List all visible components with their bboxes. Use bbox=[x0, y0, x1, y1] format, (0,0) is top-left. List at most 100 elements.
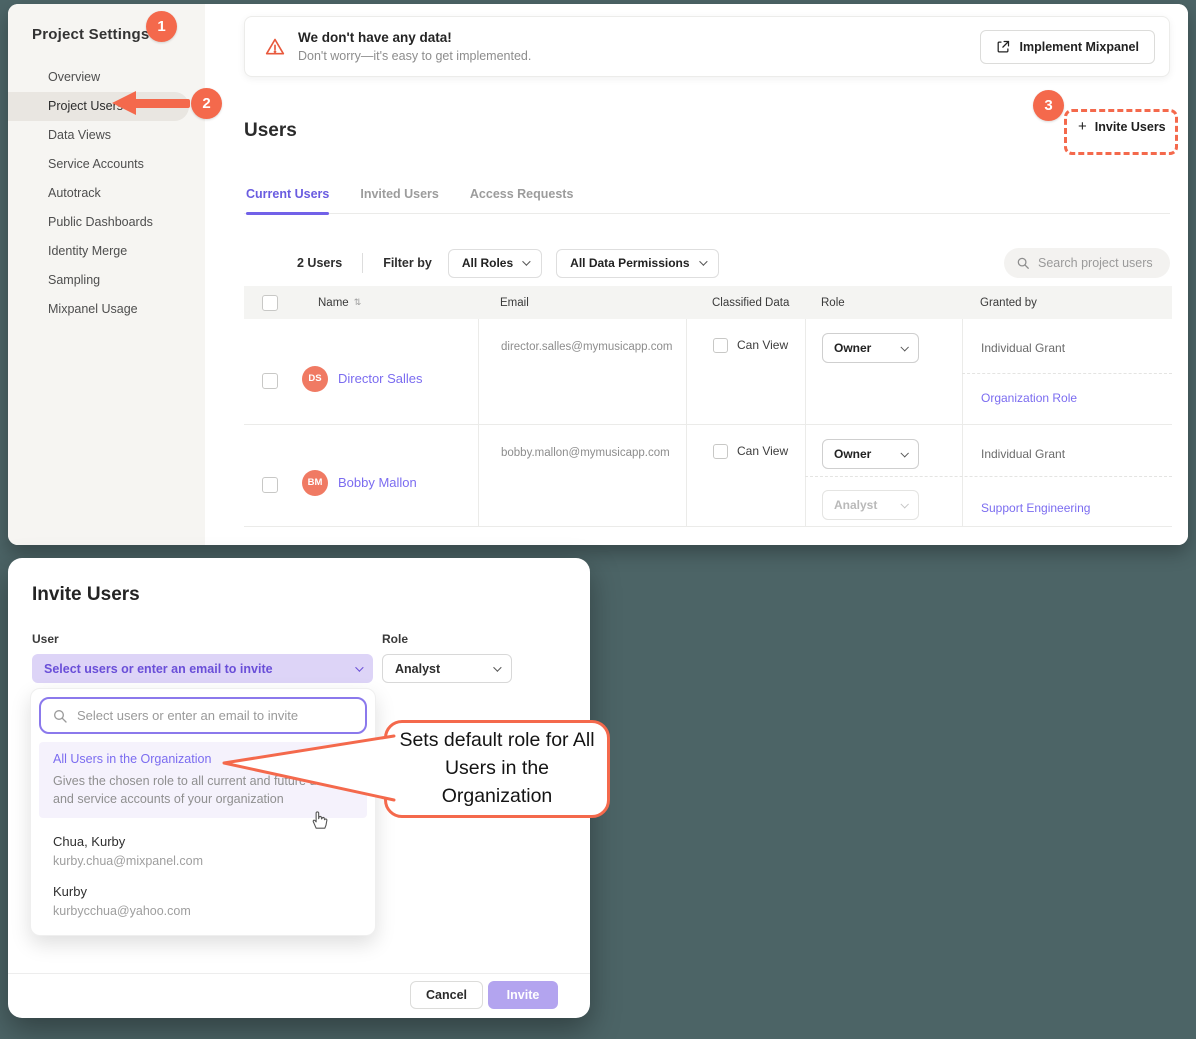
role-cell: Owner bbox=[805, 319, 962, 424]
user-select-dropdown[interactable]: Select users or enter an email to invite bbox=[32, 654, 373, 683]
table-row: DS Director Salles director.salles@mymus… bbox=[244, 319, 1172, 425]
user-field-label: User bbox=[32, 632, 59, 646]
role-select-dropdown[interactable]: Analyst bbox=[382, 654, 512, 683]
can-view-checkbox[interactable] bbox=[713, 444, 728, 459]
user-name-link[interactable]: Bobby Mallon bbox=[338, 475, 417, 490]
granted-by-cell: Individual Grant Organization Role bbox=[962, 319, 1172, 424]
search-input[interactable] bbox=[1038, 256, 1158, 270]
external-link-icon bbox=[996, 39, 1011, 54]
select-all-checkbox[interactable] bbox=[262, 295, 278, 311]
permissions-filter-dropdown[interactable]: All Data Permissions bbox=[556, 249, 718, 278]
sidebar-item-mixpanel-usage[interactable]: Mixpanel Usage bbox=[8, 295, 205, 324]
granted-primary: Individual Grant bbox=[963, 319, 1172, 355]
can-view-checkbox[interactable] bbox=[713, 338, 728, 353]
sidebar-item-service-accounts[interactable]: Service Accounts bbox=[8, 150, 205, 179]
annotation-arrow bbox=[112, 91, 190, 116]
granted-primary: Individual Grant bbox=[963, 425, 1172, 461]
search-icon bbox=[1016, 256, 1030, 270]
sort-icon[interactable]: ⇅ bbox=[354, 297, 362, 308]
search-project-users bbox=[1004, 248, 1170, 278]
roles-filter-dropdown[interactable]: All Roles bbox=[448, 249, 542, 278]
secondary-role-dropdown[interactable]: Analyst bbox=[822, 490, 919, 520]
chevron-down-icon bbox=[493, 663, 501, 671]
user-cell: DS Director Salles bbox=[244, 319, 478, 424]
chevron-down-icon bbox=[900, 343, 908, 351]
sidebar-title: Project Settings bbox=[32, 26, 205, 43]
annotation-step-2: 2 bbox=[191, 88, 222, 119]
invite-users-button[interactable]: + Invite Users bbox=[1078, 118, 1166, 135]
list-item[interactable]: Kurby kurbycchua@yahoo.com bbox=[31, 884, 375, 918]
chevron-down-icon bbox=[900, 500, 908, 508]
header-classified-data: Classified Data bbox=[686, 297, 805, 309]
row-checkbox[interactable] bbox=[262, 477, 278, 493]
row-subdivider bbox=[805, 476, 1172, 477]
table-header: Name ⇅ Email Classified Data Role Grante… bbox=[244, 286, 1172, 319]
search-icon bbox=[52, 708, 68, 724]
row-checkbox[interactable] bbox=[262, 373, 278, 389]
main-content: We don't have any data! Don't worry—it's… bbox=[205, 4, 1188, 545]
page-title: Users bbox=[244, 120, 297, 142]
modal-footer: Cancel Invite bbox=[8, 973, 590, 1018]
user-dropdown-panel: All Users in the Organization Gives the … bbox=[30, 688, 376, 936]
chevron-down-icon bbox=[900, 449, 908, 457]
header-email: Email bbox=[478, 297, 686, 309]
chevron-down-icon bbox=[522, 257, 530, 265]
filter-row: 2 Users Filter by All Roles All Data Per… bbox=[244, 244, 1170, 282]
arrow-head bbox=[112, 91, 136, 115]
chevron-down-icon bbox=[699, 257, 707, 265]
option-email: kurbycchua@yahoo.com bbox=[53, 904, 375, 918]
header-role: Role bbox=[805, 297, 962, 309]
plus-icon: + bbox=[1078, 118, 1087, 135]
granted-secondary-link[interactable]: Support Engineering bbox=[981, 501, 1090, 515]
invite-button[interactable]: Invite bbox=[488, 981, 558, 1009]
role-dropdown[interactable]: Owner bbox=[822, 333, 919, 363]
header-name: Name ⇅ bbox=[244, 295, 478, 311]
filter-by-label: Filter by bbox=[383, 256, 432, 270]
email-cell: director.salles@mymusicapp.com bbox=[478, 319, 686, 424]
dropdown-search bbox=[39, 697, 367, 734]
divider bbox=[362, 253, 363, 273]
user-name-link[interactable]: Director Salles bbox=[338, 371, 423, 386]
table-row: BM Bobby Mallon bobby.mallon@mymusicapp.… bbox=[244, 425, 1172, 527]
implement-mixpanel-button[interactable]: Implement Mixpanel bbox=[980, 30, 1155, 64]
role-dropdown[interactable]: Owner bbox=[822, 439, 919, 469]
cancel-button[interactable]: Cancel bbox=[410, 981, 483, 1009]
sidebar-item-autotrack[interactable]: Autotrack bbox=[8, 179, 205, 208]
list-item[interactable]: Chua, Kurby kurby.chua@mixpanel.com bbox=[31, 834, 375, 868]
user-count: 2 Users bbox=[297, 256, 342, 270]
sidebar-item-identity-merge[interactable]: Identity Merge bbox=[8, 237, 205, 266]
banner-subtitle: Don't worry—it's easy to get implemented… bbox=[298, 49, 531, 63]
annotation-step-3: 3 bbox=[1033, 90, 1064, 121]
avatar: DS bbox=[302, 366, 328, 392]
tab-current-users[interactable]: Current Users bbox=[244, 181, 331, 213]
banner-title: We don't have any data! bbox=[298, 30, 531, 45]
header-granted-by: Granted by bbox=[962, 297, 1172, 309]
tab-invited-users[interactable]: Invited Users bbox=[358, 181, 441, 213]
user-cell: BM Bobby Mallon bbox=[244, 425, 478, 526]
sidebar-item-sampling[interactable]: Sampling bbox=[8, 266, 205, 295]
hand-cursor-icon bbox=[309, 809, 328, 830]
banner-texts: We don't have any data! Don't worry—it's… bbox=[298, 30, 531, 63]
role-field-label: Role bbox=[382, 632, 408, 646]
arrow-bar bbox=[134, 99, 190, 108]
sidebar-item-overview[interactable]: Overview bbox=[8, 63, 205, 92]
warning-icon bbox=[265, 37, 285, 57]
avatar: BM bbox=[302, 470, 328, 496]
row-subdivider bbox=[962, 373, 1172, 374]
option-all-users-org[interactable]: All Users in the Organization Gives the … bbox=[39, 742, 367, 818]
users-tabs: Current Users Invited Users Access Reque… bbox=[244, 181, 1170, 214]
granted-secondary-link[interactable]: Organization Role bbox=[981, 391, 1077, 405]
classified-cell: Can View bbox=[686, 425, 805, 526]
option-description: Gives the chosen role to all current and… bbox=[53, 772, 353, 808]
dropdown-search-input[interactable] bbox=[77, 708, 347, 723]
email-cell: bobby.mallon@mymusicapp.com bbox=[478, 425, 686, 526]
option-name: Kurby bbox=[53, 884, 375, 899]
option-email: kurby.chua@mixpanel.com bbox=[53, 854, 375, 868]
classified-cell: Can View bbox=[686, 319, 805, 424]
no-data-banner: We don't have any data! Don't worry—it's… bbox=[244, 16, 1170, 77]
annotation-step-1: 1 bbox=[146, 11, 177, 42]
tab-access-requests[interactable]: Access Requests bbox=[468, 181, 576, 213]
sidebar-item-public-dashboards[interactable]: Public Dashboards bbox=[8, 208, 205, 237]
modal-title: Invite Users bbox=[32, 584, 140, 606]
sidebar-item-data-views[interactable]: Data Views bbox=[8, 121, 205, 150]
